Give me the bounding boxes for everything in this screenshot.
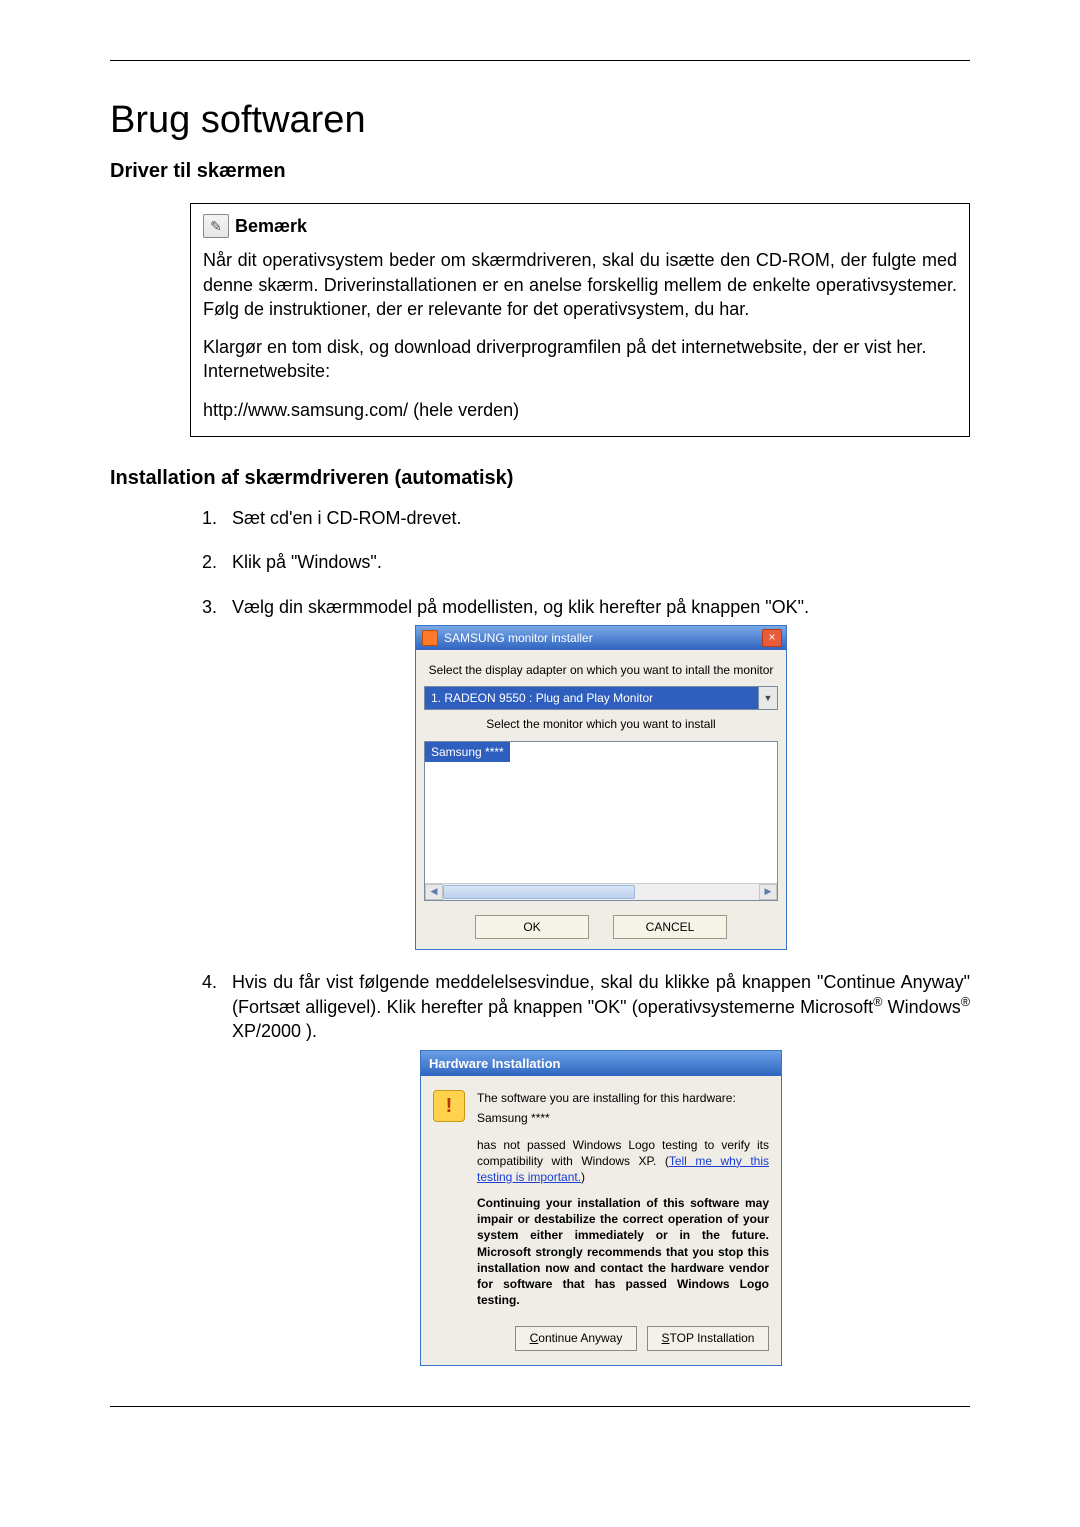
installer-window: SAMSUNG monitor installer × Select the d… (415, 625, 787, 950)
stop-installation-button[interactable]: STOP Installation (647, 1326, 769, 1350)
installer-body: Select the display adapter on which you … (416, 650, 786, 949)
installer-app-icon (422, 630, 438, 646)
scroll-thumb[interactable] (443, 885, 635, 899)
hardware-titlebar: Hardware Installation (421, 1051, 781, 1077)
hardware-line2: Samsung **** (477, 1110, 769, 1126)
installer-title: SAMSUNG monitor installer (444, 630, 593, 646)
installer-titlebar: SAMSUNG monitor installer × (416, 626, 786, 650)
hardware-line1: The software you are installing for this… (477, 1090, 769, 1106)
step-3-text: Vælg din skærmmodel på modellisten, og k… (232, 597, 809, 617)
step-4-text-a: Hvis du får vist følgende meddelelsesvin… (232, 972, 970, 1017)
continue-label-rest: ontinue Anyway (538, 1331, 622, 1345)
installer-label-adapter: Select the display adapter on which you … (424, 662, 778, 678)
hardware-body: ! The software you are installing for th… (421, 1076, 781, 1364)
note-box: ✎ Bemærk Når dit operativsystem beder om… (190, 203, 970, 437)
note-paragraph-1: Når dit operativsystem beder om skærmdri… (203, 248, 957, 321)
hardware-text: The software you are installing for this… (477, 1090, 769, 1308)
installer-hscrollbar[interactable]: ◀ ▶ (425, 883, 777, 900)
bottom-rule (110, 1406, 970, 1407)
hardware-bold-warning: Continuing your installation of this sof… (477, 1195, 769, 1308)
steps-list: Sæt cd'en i CD-ROM-drevet. Klik på "Wind… (190, 506, 970, 1366)
hardware-line3b: ) (581, 1170, 585, 1184)
stop-label-rest: TOP Installation (670, 1331, 755, 1345)
continue-anyway-button[interactable]: Continue Anyway (515, 1326, 637, 1350)
section-auto-install-title: Installation af skærmdriveren (automatis… (110, 467, 970, 490)
installer-list-item[interactable]: Samsung **** (425, 742, 510, 762)
step-2: Klik på "Windows". (222, 550, 970, 574)
note-link-label: Internetwebsite: (203, 359, 957, 383)
note-icon: ✎ (203, 214, 229, 238)
hardware-dialog: Hardware Installation ! The software you… (420, 1050, 782, 1366)
installer-monitor-list[interactable]: Samsung **** ◀ ▶ (424, 741, 778, 901)
note-url: http://www.samsung.com/ (hele verden) (203, 398, 957, 422)
step-4: Hvis du får vist følgende meddelelsesvin… (222, 970, 970, 1366)
chevron-down-icon[interactable]: ▼ (759, 686, 778, 710)
installer-label-monitor: Select the monitor which you want to ins… (424, 716, 778, 732)
ok-button[interactable]: OK (475, 915, 589, 939)
scroll-track[interactable] (443, 884, 759, 900)
top-rule (110, 60, 970, 61)
installer-adapter-select[interactable]: 1. RADEON 9550 : Plug and Play Monitor (424, 686, 759, 710)
step-3: Vælg din skærmmodel på modellisten, og k… (222, 595, 970, 950)
close-icon[interactable]: × (762, 629, 782, 647)
section-driver-title: Driver til skærmen (110, 160, 970, 183)
note-paragraph-2: Klargør en tom disk, og download driverp… (203, 335, 957, 359)
cancel-button[interactable]: CANCEL (613, 915, 727, 939)
scroll-left-icon[interactable]: ◀ (425, 884, 443, 900)
note-header: ✎ Bemærk (203, 214, 957, 238)
hardware-line3: has not passed Windows Logo testing to v… (477, 1137, 769, 1186)
step-1: Sæt cd'en i CD-ROM-drevet. (222, 506, 970, 530)
warning-icon: ! (433, 1090, 465, 1122)
scroll-right-icon[interactable]: ▶ (759, 884, 777, 900)
step-4-text-c: XP/2000 ). (232, 1021, 317, 1041)
step-4-text-b: Windows (882, 997, 960, 1017)
note-label: Bemærk (235, 214, 307, 238)
reg-mark-2: ® (961, 995, 970, 1009)
page-title: Brug softwaren (110, 99, 970, 142)
